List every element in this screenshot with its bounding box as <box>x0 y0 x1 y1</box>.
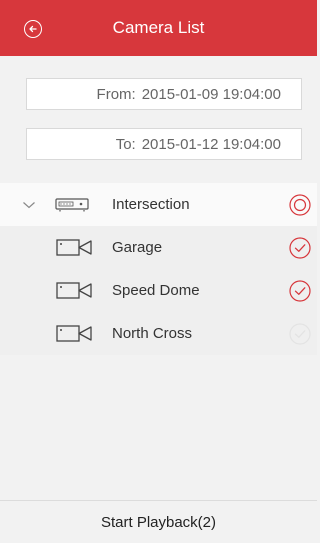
camera-list: Intersection Garage Speed Dome North Cro… <box>0 183 317 355</box>
device-name: Intersection <box>112 196 190 213</box>
camera-name: Garage <box>112 239 163 256</box>
page-title: Camera List <box>112 18 205 37</box>
back-button[interactable] <box>24 20 42 38</box>
start-playback-label: Start Playback(2) <box>100 513 217 531</box>
partial-select-icon[interactable] <box>289 193 311 216</box>
end-time-field[interactable]: To: 2015-01-12 19:04:00 <box>26 128 302 160</box>
end-time-value: 2015-01-12 19:04:00 <box>141 135 281 153</box>
camera-icon <box>56 238 92 256</box>
start-time-label: From: <box>96 85 136 103</box>
camera-name: Speed Dome <box>112 282 200 299</box>
checked-icon[interactable] <box>289 236 311 259</box>
camera-icon <box>56 324 92 342</box>
camera-name: North Cross <box>112 325 193 342</box>
top-bar: Camera List <box>0 0 317 56</box>
unchecked-icon[interactable] <box>289 322 311 345</box>
start-time-value: 2015-01-09 19:04:00 <box>141 85 281 103</box>
start-time-field[interactable]: From: 2015-01-09 19:04:00 <box>26 78 302 110</box>
end-time-label: To: <box>115 135 136 153</box>
camera-icon <box>56 281 92 299</box>
device-row-intersection[interactable]: Intersection <box>0 183 317 226</box>
chevron-down-icon[interactable] <box>22 200 36 210</box>
checked-icon[interactable] <box>289 279 311 302</box>
camera-row-speed-dome[interactable]: Speed Dome <box>0 269 317 312</box>
camera-row-north-cross[interactable]: North Cross <box>0 312 317 355</box>
back-arrow-icon <box>29 25 37 33</box>
dvr-device-icon <box>55 197 89 211</box>
start-playback-button[interactable]: Start Playback(2) <box>0 500 317 543</box>
camera-row-garage[interactable]: Garage <box>0 226 317 269</box>
